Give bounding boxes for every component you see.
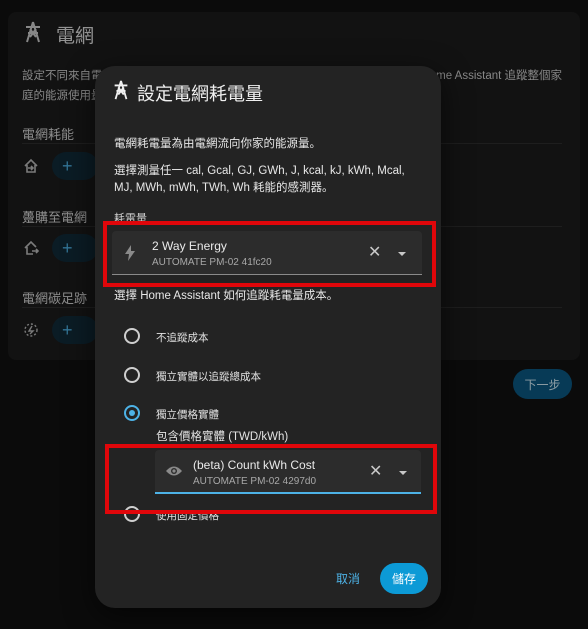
dialog-header: 設定電網耗電量 [111, 78, 263, 107]
highlight-box [105, 444, 437, 514]
cost-prompt: 選擇 Home Assistant 如何追蹤耗電量成本。 [114, 290, 339, 302]
transmission-tower-icon [111, 78, 131, 107]
price-entity-label: 包含價格實體 (TWD/kWh) [156, 431, 289, 443]
sensor-help-text: 選擇測量任一 cal, Gcal, GJ, GWh, J, kcal, kJ, … [114, 165, 405, 194]
grid-consumption-dialog: 設定電網耗電量 電網耗電量為由電網流向你家的能源量。 選擇測量任一 cal, G… [95, 66, 441, 608]
cancel-button[interactable]: 取消 [336, 570, 360, 587]
radio-label: 不追蹤成本 [156, 332, 209, 344]
radio-entity-total-cost[interactable] [124, 367, 140, 383]
dialog-intro: 電網耗電量為由電網流向你家的能源量。 [114, 138, 321, 150]
radio-price-entity[interactable] [124, 405, 140, 421]
radio-label: 獨立價格實體 [156, 409, 219, 421]
radio-no-cost[interactable] [124, 328, 140, 344]
highlight-box [103, 221, 436, 287]
save-button[interactable]: 儲存 [380, 563, 428, 594]
radio-label: 獨立實體以追蹤總成本 [156, 371, 261, 383]
dialog-title: 設定電網耗電量 [137, 83, 263, 104]
